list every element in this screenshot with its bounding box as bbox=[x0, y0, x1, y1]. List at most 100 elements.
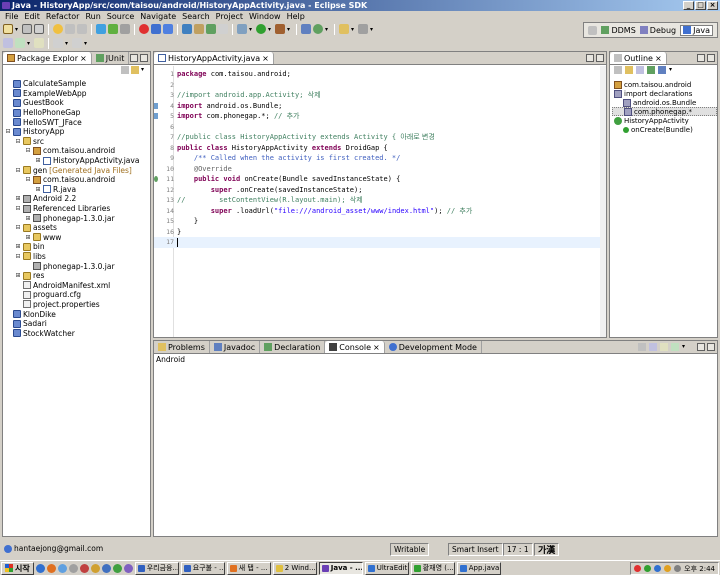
tree-item[interactable]: ⊟ src bbox=[5, 137, 150, 147]
code-line[interactable]: 8 public class HistoryAppActivity extends… bbox=[154, 143, 600, 154]
sort-icon[interactable] bbox=[614, 66, 622, 74]
run-icon[interactable] bbox=[256, 24, 266, 34]
clock[interactable]: 오후 2:44 bbox=[684, 564, 715, 574]
code-line[interactable]: 4 import android.os.Bundle; bbox=[154, 101, 600, 112]
minimize-outline-button[interactable] bbox=[697, 54, 705, 62]
forward-dropdown-icon[interactable]: ▾ bbox=[84, 40, 89, 47]
quicklaunch-desktop-icon[interactable] bbox=[57, 563, 67, 573]
quicklaunch-app-icon[interactable] bbox=[68, 563, 78, 573]
taskbar-button[interactable]: 요구불 - ... bbox=[180, 561, 225, 575]
collapse-icon[interactable]: ⊟ bbox=[15, 224, 21, 231]
lint-icon[interactable] bbox=[120, 24, 130, 34]
code-line[interactable]: 6 bbox=[154, 122, 600, 133]
menu-file[interactable]: File bbox=[2, 11, 21, 22]
new-dropdown-icon[interactable]: ▾ bbox=[15, 26, 20, 33]
code-line[interactable]: 1 package com.taisou.android; bbox=[154, 69, 600, 80]
taskbar-button[interactable]: 황재영 (... bbox=[410, 561, 455, 575]
tab-console[interactable]: Console × bbox=[325, 341, 385, 353]
quicklaunch-media-icon[interactable] bbox=[79, 563, 89, 573]
close-button[interactable]: × bbox=[707, 1, 718, 10]
tree-item[interactable]: HelloSWT_JFace bbox=[5, 117, 150, 127]
code-line[interactable]: 2 bbox=[154, 80, 600, 91]
code-line[interactable]: 16} bbox=[154, 227, 600, 238]
minimize-editor-button[interactable] bbox=[586, 54, 594, 62]
taskbar-button[interactable]: 우리금융... bbox=[134, 561, 179, 575]
tab-problems[interactable]: Problems bbox=[154, 341, 210, 353]
tree-item[interactable]: Sadari bbox=[5, 319, 150, 329]
maximize-console-button[interactable] bbox=[707, 343, 715, 351]
back-dropdown-icon[interactable]: ▾ bbox=[65, 40, 70, 47]
perspective-ddms[interactable]: DDMS bbox=[601, 26, 636, 35]
forward-icon[interactable] bbox=[72, 38, 82, 48]
expand-icon[interactable]: ⊞ bbox=[15, 195, 21, 202]
external-tools-icon[interactable] bbox=[275, 24, 285, 34]
tab-package-explorer[interactable]: Package Explor × bbox=[3, 52, 92, 64]
tree-item[interactable]: ⊞ Android 2.2 bbox=[5, 194, 150, 204]
code-editor[interactable]: 1 package com.taisou.android; 2 3//import a… bbox=[154, 66, 606, 337]
maximize-outline-button[interactable] bbox=[707, 54, 715, 62]
tab-javadoc[interactable]: Javadoc bbox=[210, 341, 261, 353]
tree-item[interactable]: GuestBook bbox=[5, 98, 150, 108]
mark-occurrences-icon[interactable] bbox=[358, 24, 368, 34]
expand-icon[interactable]: ⊞ bbox=[25, 215, 31, 222]
taskbar-button[interactable]: UltraEdit ... bbox=[364, 561, 409, 575]
external-tools-dropdown-icon[interactable]: ▾ bbox=[287, 26, 292, 33]
tray-security-icon[interactable] bbox=[664, 565, 672, 572]
folder-dropdown-icon[interactable]: ▾ bbox=[351, 26, 356, 33]
clear-console-icon[interactable] bbox=[638, 343, 646, 351]
link-with-editor-icon[interactable] bbox=[131, 66, 139, 74]
quicklaunch-folder-icon[interactable] bbox=[90, 563, 100, 573]
tray-messenger-icon[interactable] bbox=[654, 565, 662, 572]
open-perspective-icon[interactable] bbox=[588, 25, 598, 35]
new-java-project-icon[interactable] bbox=[301, 24, 311, 34]
quicklaunch-eclipse-icon[interactable] bbox=[123, 563, 133, 573]
hide-fields-icon[interactable] bbox=[625, 66, 633, 74]
tray-network-icon[interactable] bbox=[644, 565, 652, 572]
minimize-button[interactable]: _ bbox=[683, 1, 694, 10]
scroll-lock-icon[interactable] bbox=[649, 343, 657, 351]
tab-development-mode[interactable]: Development Mode bbox=[385, 341, 482, 353]
open-task-icon[interactable] bbox=[206, 24, 216, 34]
coverage-icon[interactable] bbox=[313, 24, 323, 34]
expand-icon[interactable]: ⊞ bbox=[35, 157, 41, 164]
maximize-editor-button[interactable] bbox=[596, 54, 604, 62]
toggle-breadcrumb-icon[interactable] bbox=[3, 38, 13, 48]
expand-icon[interactable]: ⊞ bbox=[35, 186, 41, 193]
previous-annotation-icon[interactable] bbox=[34, 38, 44, 48]
outline-item[interactable]: onCreate(Bundle) bbox=[612, 125, 717, 134]
tree-item[interactable]: ⊟ com.taisou.android bbox=[5, 175, 150, 185]
menu-edit[interactable]: Edit bbox=[21, 11, 43, 22]
collapse-icon[interactable]: ⊟ bbox=[5, 128, 11, 135]
refresh-icon[interactable] bbox=[53, 24, 63, 34]
outline-item[interactable]: import declarations bbox=[612, 89, 717, 98]
code-line[interactable]: 12 super .onCreate(savedInstanceState); bbox=[154, 185, 600, 196]
debug-icon[interactable] bbox=[237, 24, 247, 34]
menu-project[interactable]: Project bbox=[213, 11, 246, 22]
overview-ruler[interactable] bbox=[600, 66, 606, 337]
tree-item[interactable]: HelloPhoneGap bbox=[5, 108, 150, 118]
tree-item[interactable]: ⊟ libs bbox=[5, 252, 150, 262]
tab-outline[interactable]: Outline × bbox=[610, 52, 667, 64]
collapse-icon[interactable]: ⊟ bbox=[15, 138, 21, 145]
open-folder-icon[interactable] bbox=[339, 24, 349, 34]
code-line[interactable]: 7//public class HistoryAppActivity exten… bbox=[154, 132, 600, 143]
taskbar-button[interactable]: 새 탭 - ... bbox=[226, 561, 271, 575]
tree-item[interactable]: KlonDike bbox=[5, 309, 150, 319]
menu-navigate[interactable]: Navigate bbox=[137, 11, 179, 22]
tree-item[interactable]: ⊞ R.java bbox=[5, 185, 150, 195]
quicklaunch-word-icon[interactable] bbox=[101, 563, 111, 573]
deploy-icon[interactable] bbox=[163, 24, 173, 34]
collapse-icon[interactable]: ⊟ bbox=[25, 147, 31, 154]
tree-item[interactable]: ExampleWebApp bbox=[5, 89, 150, 99]
collapse-all-icon[interactable] bbox=[121, 66, 129, 74]
run-dropdown-icon[interactable]: ▾ bbox=[268, 26, 273, 33]
back-icon[interactable] bbox=[53, 38, 63, 48]
marks-dropdown-icon[interactable]: ▾ bbox=[370, 26, 375, 33]
undo-icon[interactable] bbox=[65, 24, 75, 34]
annotation-dropdown-icon[interactable]: ▾ bbox=[27, 40, 32, 47]
google-plugin-icon[interactable] bbox=[139, 24, 149, 34]
menu-source[interactable]: Source bbox=[104, 11, 137, 22]
quicklaunch-excel-icon[interactable] bbox=[112, 563, 122, 573]
gwt-compile-icon[interactable] bbox=[151, 24, 161, 34]
new-icon[interactable] bbox=[3, 24, 13, 34]
